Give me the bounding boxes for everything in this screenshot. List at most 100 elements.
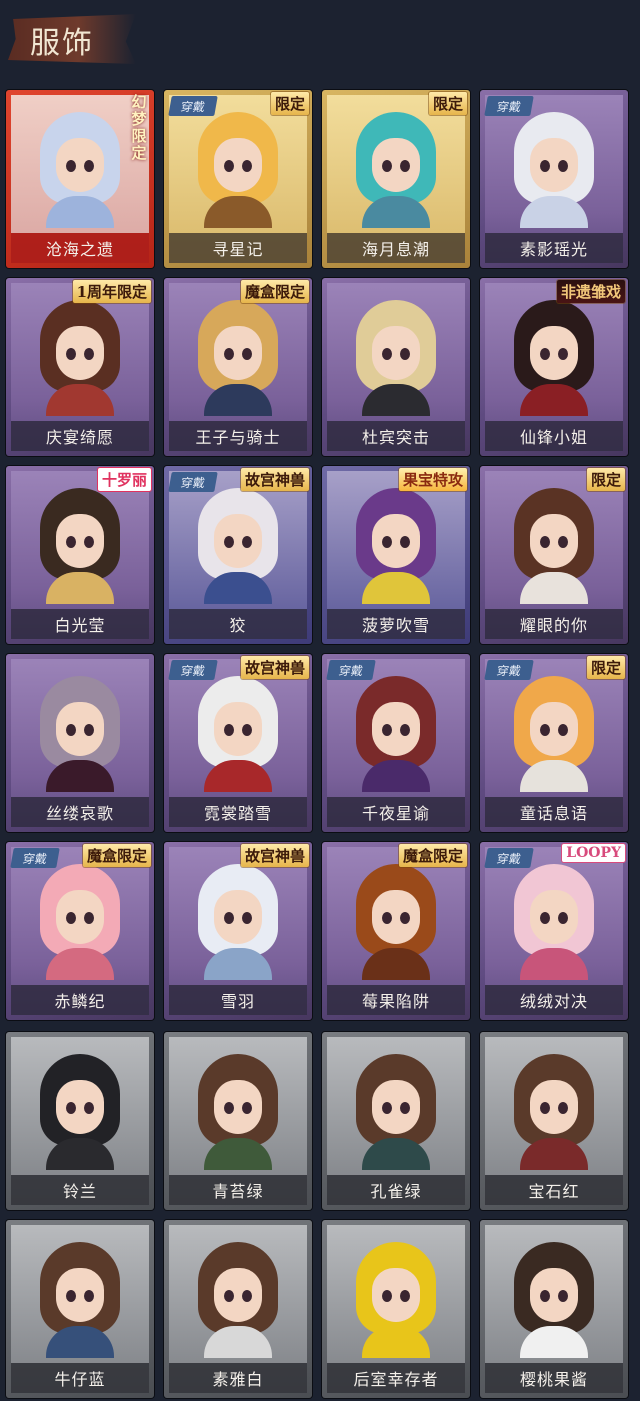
portrait-face: [56, 1080, 104, 1134]
character-portrait: [34, 112, 126, 228]
costume-card[interactable]: 后室幸存者: [322, 1220, 470, 1398]
character-portrait: [350, 112, 442, 228]
costume-card[interactable]: 杜宾突击: [322, 278, 470, 456]
portrait-eye: [540, 160, 550, 172]
costume-card[interactable]: 穿戴素影瑶光: [480, 90, 628, 268]
costume-tag-badge: LOOPY: [562, 844, 625, 862]
portrait-eye: [84, 1102, 94, 1114]
portrait-face: [530, 326, 578, 380]
costume-name-band: 仙锋小姐: [485, 421, 623, 451]
costume-tag-badge: 限定: [270, 92, 309, 115]
costume-card[interactable]: 魔盒限定 莓果陷阱: [322, 842, 470, 1020]
portrait-eye: [84, 160, 94, 172]
costume-name-band: 海月息潮: [327, 233, 465, 263]
header: 服饰: [0, 0, 640, 80]
costume-card[interactable]: 十罗丽 白光莹: [6, 466, 154, 644]
portrait-eye: [224, 160, 234, 172]
costume-card[interactable]: 孔雀绿: [322, 1032, 470, 1210]
costume-card[interactable]: 樱桃果酱: [480, 1220, 628, 1398]
costume-name-band: 童话息语: [485, 797, 623, 827]
portrait-eye: [400, 1290, 410, 1302]
costume-name: 宝石红: [528, 1182, 580, 1201]
costume-card[interactable]: 穿戴 千夜星谕: [322, 654, 470, 832]
portrait-eye: [382, 536, 392, 548]
costume-card[interactable]: 青苔绿: [164, 1032, 312, 1210]
portrait-eye: [558, 912, 568, 924]
character-portrait: [192, 488, 284, 604]
costume-card[interactable]: 牛仔蓝: [6, 1220, 154, 1398]
costume-card[interactable]: 幻梦限定 沧海之遗: [6, 90, 154, 268]
costume-name-band: 素雅白: [169, 1363, 307, 1393]
character-portrait: [34, 1242, 126, 1358]
costume-name: 素影瑶光: [519, 240, 588, 259]
portrait-face: [530, 138, 578, 192]
portrait-face: [530, 1080, 578, 1134]
costume-name: 沧海之遗: [45, 240, 114, 259]
worn-tag: 穿戴: [326, 660, 376, 680]
costume-name: 孔雀绿: [370, 1182, 422, 1201]
costume-card[interactable]: 故宫神兽 雪羽: [164, 842, 312, 1020]
character-portrait: [350, 300, 442, 416]
character-portrait: [192, 1054, 284, 1170]
portrait-eye: [540, 724, 550, 736]
character-portrait: [350, 864, 442, 980]
costume-card[interactable]: 限定 穿戴 寻星记: [164, 90, 312, 268]
portrait-face: [56, 514, 104, 568]
costume-tag-badge: 魔盒限定: [398, 844, 467, 867]
character-portrait: [34, 864, 126, 980]
costume-card[interactable]: LOOPY 穿戴 绒绒对决: [480, 842, 628, 1020]
worn-tag: 穿戴: [168, 96, 218, 116]
costume-tag-badge: 魔盒限定: [82, 844, 151, 867]
costume-card[interactable]: 故宫神兽 穿戴狡: [164, 466, 312, 644]
costume-card[interactable]: 素雅白: [164, 1220, 312, 1398]
portrait-face: [372, 702, 420, 756]
costume-card[interactable]: 1周年限定 庆宴绮愿: [6, 278, 154, 456]
portrait-face: [214, 1268, 262, 1322]
worn-tag: 穿戴: [484, 96, 534, 116]
portrait-face: [530, 702, 578, 756]
character-portrait: [34, 488, 126, 604]
costume-card[interactable]: 丝缕哀歌: [6, 654, 154, 832]
costume-card[interactable]: 魔盒限定 王子与骑士: [164, 278, 312, 456]
costume-card[interactable]: 魔盒限定 穿戴 赤鳞纪: [6, 842, 154, 1020]
costume-card[interactable]: 限定 穿戴 童话息语: [480, 654, 628, 832]
costume-name-band: 千夜星谕: [327, 797, 465, 827]
costume-name-band: 青苔绿: [169, 1175, 307, 1205]
costume-tag-badge: 魔盒限定: [240, 280, 309, 303]
portrait-eye: [84, 1290, 94, 1302]
costume-name: 狡: [229, 616, 247, 635]
costume-card[interactable]: 限定 海月息潮: [322, 90, 470, 268]
portrait-eye: [382, 1102, 392, 1114]
portrait-eye: [242, 536, 252, 548]
portrait-eye: [224, 1102, 234, 1114]
costume-name: 仙锋小姐: [519, 428, 588, 447]
portrait-eye: [242, 1102, 252, 1114]
costume-card[interactable]: 铃兰: [6, 1032, 154, 1210]
portrait-eye: [400, 536, 410, 548]
character-portrait: [192, 300, 284, 416]
costume-card[interactable]: 果宝特攻 菠萝吹雪: [322, 466, 470, 644]
costume-card[interactable]: 宝石红: [480, 1032, 628, 1210]
worn-tag: 穿戴: [484, 848, 534, 868]
costume-name: 童话息语: [519, 804, 588, 823]
portrait-eye: [224, 348, 234, 360]
costume-name: 后室幸存者: [353, 1370, 439, 1389]
portrait-eye: [66, 912, 76, 924]
costume-card[interactable]: 限定 耀眼的你: [480, 466, 628, 644]
character-portrait: [350, 1054, 442, 1170]
worn-tag: 穿戴: [168, 660, 218, 680]
costume-name: 海月息潮: [361, 240, 430, 259]
page-title: 服饰: [30, 26, 94, 61]
portrait-face: [214, 702, 262, 756]
portrait-face: [56, 326, 104, 380]
portrait-face: [214, 138, 262, 192]
costume-tag-badge: 十罗丽: [97, 468, 151, 491]
portrait-eye: [66, 1290, 76, 1302]
portrait-eye: [400, 1102, 410, 1114]
portrait-eye: [400, 348, 410, 360]
costume-name: 铃兰: [62, 1182, 97, 1201]
costume-name: 素雅白: [212, 1370, 264, 1389]
costume-tag-badge: 非遗雏戏: [556, 280, 625, 303]
costume-card[interactable]: 非遗雏戏仙锋小姐: [480, 278, 628, 456]
costume-card[interactable]: 故宫神兽 穿戴 霓裳踏雪: [164, 654, 312, 832]
